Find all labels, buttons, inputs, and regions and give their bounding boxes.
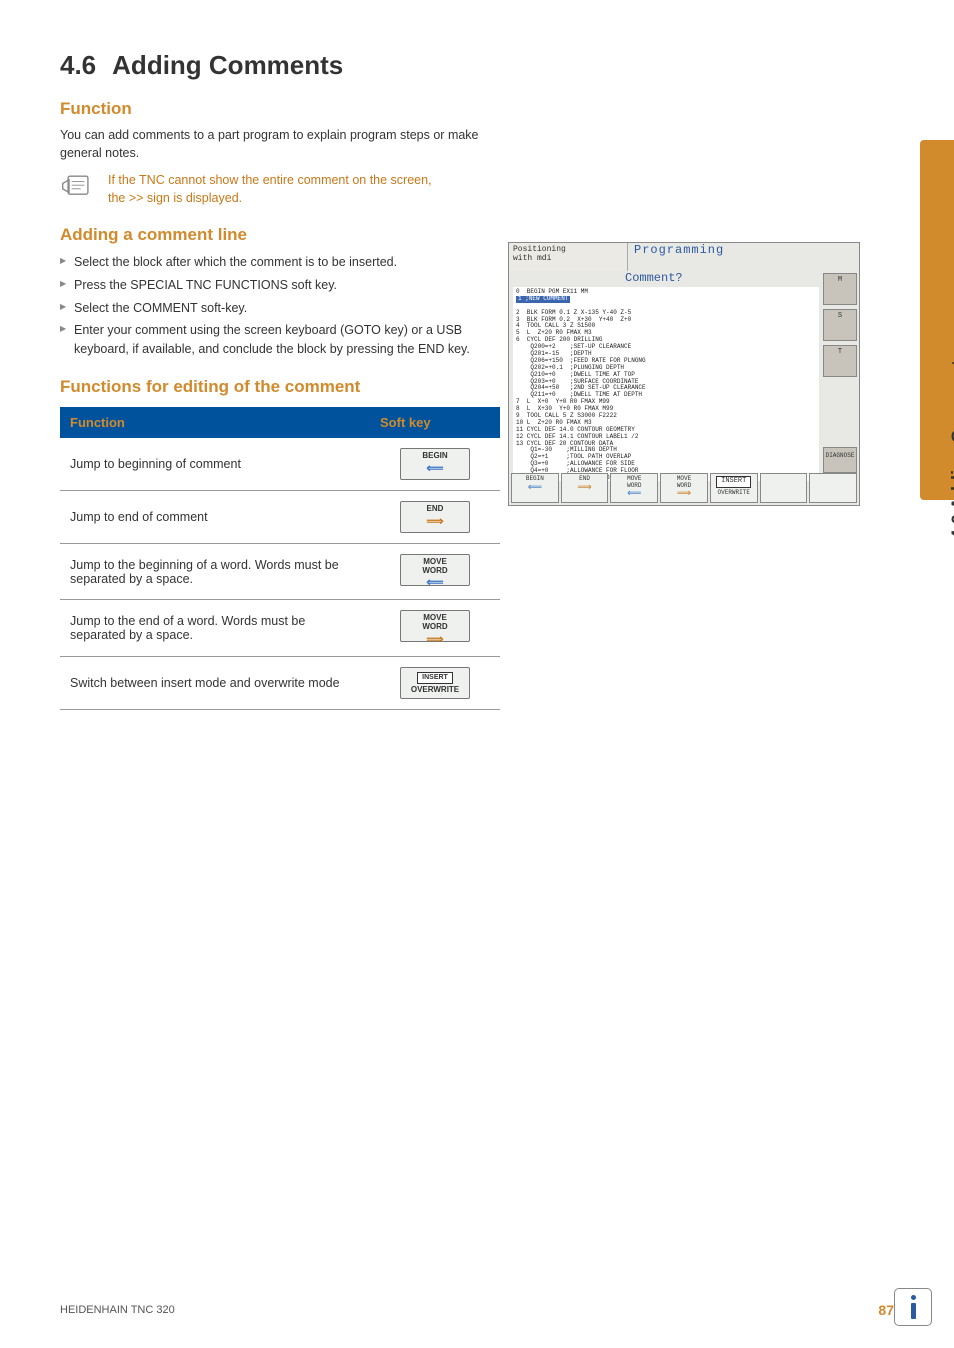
cell-desc: Jump to beginning of comment [60, 438, 370, 491]
mode-m-button[interactable]: M [823, 273, 857, 305]
sk-begin[interactable]: BEGIN⟸ [511, 473, 559, 503]
col-function: Function [60, 407, 370, 438]
table-row: Jump to the end of a word. Words must be… [60, 600, 500, 657]
table-row: Jump to beginning of comment BEGIN ⟸ [60, 438, 500, 491]
softkey-begin[interactable]: BEGIN ⟸ [400, 448, 470, 480]
info-icon [894, 1288, 932, 1326]
cell-desc: Jump to the beginning of a word. Words m… [60, 543, 370, 600]
arrow-right-icon: ⟹ [401, 633, 469, 645]
softkey-label: END [401, 505, 469, 514]
softkey-insert-label: INSERT [417, 672, 453, 684]
mode-t-button[interactable]: T [823, 345, 857, 377]
softkey-row: BEGIN⟸ END⟹ MOVEWORD⟸ MOVEWORD⟹ INSERTOV… [511, 473, 857, 503]
adding-line-steps: Select the block after which the comment… [60, 253, 500, 359]
diagnose-button[interactable]: DIAGNOSE [823, 447, 857, 473]
tnc-screenshot: Positioning with mdi Programming Comment… [508, 242, 860, 506]
edit-functions-table: Function Soft key Jump to beginning of c… [60, 407, 500, 710]
page-footer: HEIDENHAIN TNC 320 87 [60, 1302, 894, 1318]
arrow-left-icon: ⟸ [627, 489, 641, 500]
arrow-right-icon: ⟹ [401, 515, 469, 527]
sk-end[interactable]: END⟹ [561, 473, 609, 503]
cell-desc: Jump to the end of a word. Words must be… [60, 600, 370, 657]
sk-empty [809, 473, 857, 503]
mode-s-button[interactable]: S [823, 309, 857, 341]
note-text: If the TNC cannot show the entire commen… [108, 172, 448, 207]
mode-indicator: Positioning with mdi [509, 243, 628, 271]
softkey-end[interactable]: END ⟹ [400, 501, 470, 533]
step-item: Press the SPECIAL TNC FUNCTIONS soft key… [60, 276, 500, 295]
note-icon [60, 172, 96, 202]
step-item: Select the COMMENT soft-key. [60, 299, 500, 318]
softkey-label: WORD [401, 567, 469, 576]
col-softkey: Soft key [370, 407, 500, 438]
softkey-label: WORD [401, 623, 469, 632]
section-number: 4.6 [60, 50, 96, 81]
softkey-move-word-right[interactable]: MOVE WORD ⟹ [400, 610, 470, 642]
arrow-left-icon: ⟸ [401, 576, 469, 588]
section-heading: 4.6 Adding Comments [60, 50, 894, 81]
softkey-insert-overwrite[interactable]: INSERT OVERWRITE [400, 667, 470, 699]
arrow-right-icon: ⟹ [677, 489, 691, 500]
sk-move-word-right[interactable]: MOVEWORD⟹ [660, 473, 708, 503]
table-row: Jump to the beginning of a word. Words m… [60, 543, 500, 600]
screen-title: Programming [628, 243, 859, 271]
arrow-right-icon: ⟹ [577, 483, 591, 494]
arrow-left-icon: ⟸ [528, 483, 542, 494]
step-item: Select the block after which the comment… [60, 253, 500, 272]
table-row: Jump to end of comment END ⟹ [60, 490, 500, 543]
sk-move-word-left[interactable]: MOVEWORD⟸ [610, 473, 658, 503]
page-number: 87 [878, 1302, 894, 1318]
note-block: If the TNC cannot show the entire commen… [60, 172, 894, 207]
arrow-left-icon: ⟸ [401, 462, 469, 474]
softkey-label: BEGIN [401, 452, 469, 461]
table-row: Switch between insert mode and overwrite… [60, 656, 500, 709]
sk-insert-overwrite[interactable]: INSERTOVERWRITE [710, 473, 758, 503]
softkey-move-word-left[interactable]: MOVE WORD ⟸ [400, 554, 470, 586]
section-title: Adding Comments [112, 50, 343, 81]
code-listing: 0 BEGIN PGM EX11 MM 1 ;NEW COMMENT 2 BLK… [513, 287, 819, 481]
cell-desc: Switch between insert mode and overwrite… [60, 656, 370, 709]
softkey-label: OVERWRITE [401, 686, 469, 695]
sk-empty [760, 473, 808, 503]
cell-desc: Jump to end of comment [60, 490, 370, 543]
prompt-line: Comment? [509, 271, 859, 287]
footer-left: HEIDENHAIN TNC 320 [60, 1304, 175, 1316]
heading-function: Function [60, 99, 894, 119]
function-body: You can add comments to a part program t… [60, 127, 480, 162]
step-item: Enter your comment using the screen keyb… [60, 321, 500, 359]
